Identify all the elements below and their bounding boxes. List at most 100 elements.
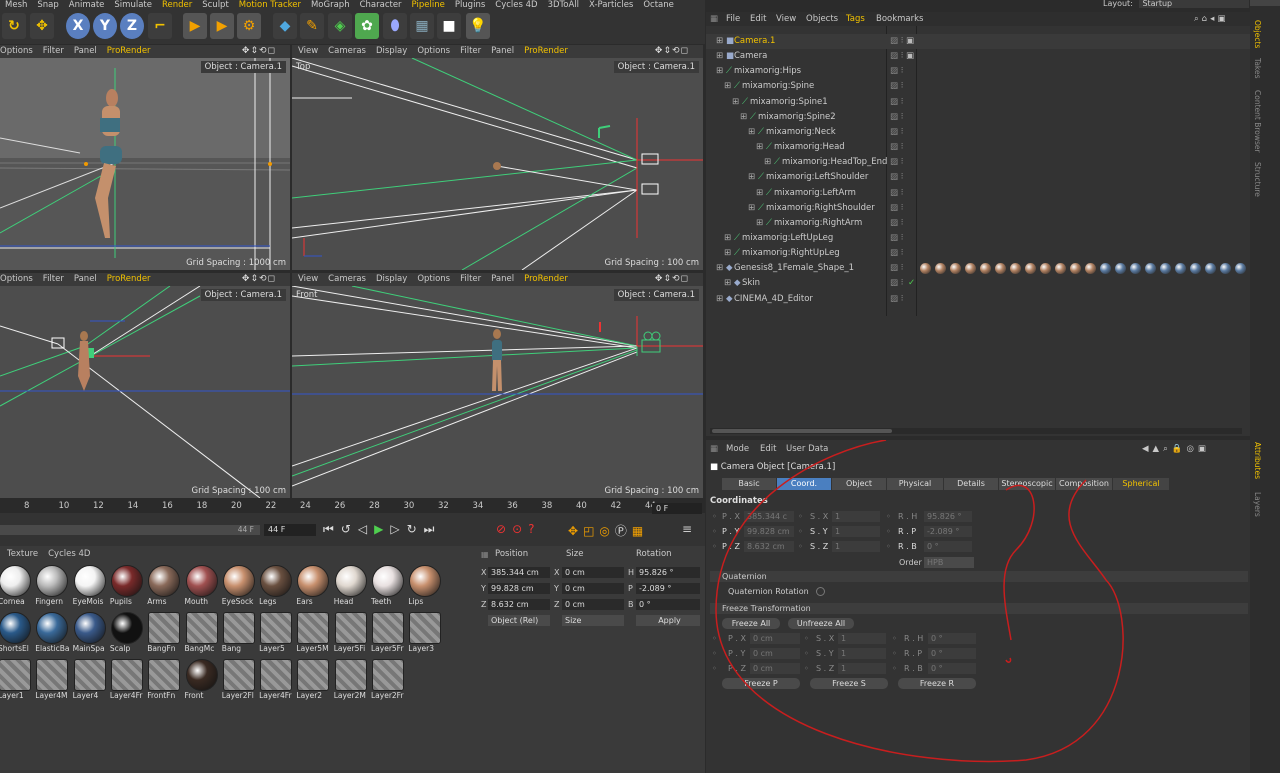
camera-icon[interactable]: ■ (437, 13, 461, 39)
material-swatch[interactable]: EyeMois (73, 565, 107, 608)
object-name[interactable]: mixamorig:LeftArm (774, 186, 856, 201)
material-swatch[interactable]: Layer2Fl (222, 659, 256, 702)
parameter-key-icon[interactable]: Ⓟ (615, 524, 632, 538)
expand-icon[interactable]: ⊞ (748, 125, 755, 140)
tab-takes[interactable]: Takes (1253, 58, 1262, 79)
material-swatch[interactable]: Layer4M (35, 659, 69, 702)
visibility-toggle-icon[interactable]: ▨ ⁝ (890, 49, 903, 64)
move-tool-icon[interactable]: ✥ (30, 13, 54, 39)
goto-start-icon[interactable]: ⏮ (323, 522, 341, 536)
material-tag-icon[interactable] (920, 263, 931, 275)
viewport-camera-label[interactable]: Object : Camera.1 (613, 61, 699, 73)
object-row[interactable]: ⊞ ■ Camera.1 ▨ ⁝ ▣ (706, 34, 1250, 49)
menu-filter[interactable]: Filter (460, 46, 481, 56)
visibility-toggle-icon[interactable]: ▨ ⁝ (890, 140, 903, 155)
menu-options[interactable]: Options (0, 274, 33, 284)
material-swatch[interactable]: Layer2M (334, 659, 368, 702)
menu-cameras[interactable]: Cameras (328, 46, 366, 56)
expand-icon[interactable]: ⊞ (756, 186, 763, 201)
next-frame-icon[interactable]: ▷ (390, 522, 406, 536)
menu-filter[interactable]: Filter (43, 274, 64, 284)
size-y-field[interactable]: 0 cm (562, 583, 624, 594)
visibility-toggle-icon[interactable]: ▨ ⁝ (890, 292, 903, 307)
panel-menu-icon[interactable]: ▦ (710, 12, 718, 26)
visibility-toggle-icon[interactable]: ▨ ⁝ (890, 261, 903, 276)
visibility-toggle-icon[interactable]: ▨ ⁝ (890, 276, 903, 291)
subdivision-icon[interactable]: ◈ (328, 13, 352, 39)
menu-cycles4d[interactable]: Cycles 4D (48, 549, 90, 559)
menu-render[interactable]: Render (157, 1, 197, 10)
material-swatch[interactable]: Legs (259, 565, 293, 608)
object-name[interactable]: mixamorig:RightUpLeg (742, 246, 840, 261)
camera-tag-icon[interactable]: ▣ (906, 49, 914, 64)
menu-options[interactable]: Options (0, 46, 33, 56)
menu-filter[interactable]: Filter (460, 274, 481, 284)
material-tag-icon[interactable] (1100, 263, 1111, 275)
object-name[interactable]: Genesis8_1Female_Shape_1 (734, 261, 854, 276)
x-axis-lock-button[interactable]: X (66, 13, 90, 39)
menu-view[interactable]: View (776, 12, 796, 26)
pos-y-field[interactable]: 99.828 cm (488, 583, 550, 594)
render-settings-icon[interactable]: ⚙ (237, 13, 261, 39)
object-name[interactable]: mixamorig:Hips (734, 64, 801, 79)
menu-snap[interactable]: Snap (32, 1, 63, 10)
menu-mograph[interactable]: MoGraph (306, 1, 355, 10)
material-swatch[interactable]: Lips (408, 565, 442, 608)
viewport-top[interactable]: View Cameras Display Options Filter Panel ProR… (292, 45, 703, 270)
object-name[interactable]: mixamorig:LeftShoulder (766, 170, 868, 185)
material-swatch[interactable]: BangFn (147, 612, 181, 655)
menu-objects[interactable]: Objects (806, 12, 838, 26)
material-swatch[interactable]: Fingern (35, 565, 69, 608)
expand-icon[interactable]: ⊞ (724, 231, 731, 246)
visibility-toggle-icon[interactable]: ▨ ⁝ (890, 201, 903, 216)
material-tag-icon[interactable] (1025, 263, 1036, 275)
material-swatch[interactable]: Layer3 (408, 612, 442, 655)
material-tag-icon[interactable] (1190, 263, 1201, 275)
menu-view[interactable]: View (298, 274, 318, 284)
object-name[interactable]: mixamorig:RightShoulder (766, 201, 875, 216)
menu-prorender[interactable]: ProRender (107, 46, 151, 56)
visibility-toggle-icon[interactable]: ▨ ⁝ (890, 34, 903, 49)
object-row[interactable]: ⊞ ⟋ mixamorig:Hips ▨ ⁝ (706, 64, 1250, 79)
object-name[interactable]: mixamorig:Spine2 (758, 110, 836, 125)
size-mode-dropdown[interactable]: Size (562, 615, 624, 626)
material-tag-icon[interactable] (980, 263, 991, 275)
expand-icon[interactable]: ⊞ (724, 276, 731, 291)
keyframe-selection-icon[interactable]: ? (528, 522, 540, 536)
menu-texture[interactable]: Texture (7, 549, 38, 559)
position-key-icon[interactable]: ✥ (568, 524, 583, 538)
object-row[interactable]: ⊞ ⟋ mixamorig:HeadTop_End ▨ ⁝ (706, 155, 1250, 170)
viewport-nav-icons[interactable]: ✥⇕⟲◻ (655, 273, 689, 286)
menu-mesh[interactable]: Mesh (0, 1, 32, 10)
render-picture-viewer-icon[interactable]: ▶ (210, 13, 234, 39)
record-icon[interactable]: ⊘ (496, 522, 512, 536)
material-swatch[interactable]: Bang (222, 612, 256, 655)
object-row[interactable]: ⊞ ◆ Skin ▨ ⁝ ✓ (706, 276, 1250, 291)
goto-end-icon[interactable]: ⏭ (424, 522, 442, 536)
menu-octane[interactable]: Octane (638, 1, 679, 10)
autokey-icon[interactable]: ⊙ (512, 522, 528, 536)
viewport-nav-icons[interactable]: ✥⇕⟲◻ (242, 45, 276, 58)
expand-icon[interactable]: ⊞ (724, 79, 731, 94)
material-swatch[interactable]: Layer4Fr (110, 659, 144, 702)
material-swatch[interactable]: Layer5Fr (371, 612, 405, 655)
expand-icon[interactable]: ⊞ (764, 155, 771, 170)
camera-tag-icon[interactable]: ▣ (906, 34, 914, 49)
visibility-toggle-icon[interactable]: ▨ ⁝ (890, 186, 903, 201)
cloner-icon[interactable]: ✿ (355, 13, 379, 39)
home-icon[interactable]: ⌂ (1202, 14, 1210, 24)
coordinate-system-icon[interactable]: ⌐ (148, 13, 172, 39)
visibility-toggle-icon[interactable]: ▨ ⁝ (890, 216, 903, 231)
rotation-key-icon[interactable]: ◎ (599, 524, 614, 538)
material-tag-icon[interactable] (965, 263, 976, 275)
material-tag-icon[interactable] (1160, 263, 1171, 275)
menu-prorender[interactable]: ProRender (524, 46, 568, 56)
material-swatch[interactable]: Head (334, 565, 368, 608)
light-icon[interactable]: 💡 (466, 13, 490, 39)
material-swatch[interactable]: FrontFn (147, 659, 181, 702)
menu-character[interactable]: Character (355, 1, 407, 10)
visibility-toggle-icon[interactable]: ▨ ⁝ (890, 155, 903, 170)
current-frame-field[interactable]: 0 F (652, 503, 702, 514)
expand-icon[interactable]: ⊞ (748, 201, 755, 216)
material-swatch[interactable]: ShortsEl (0, 612, 32, 655)
